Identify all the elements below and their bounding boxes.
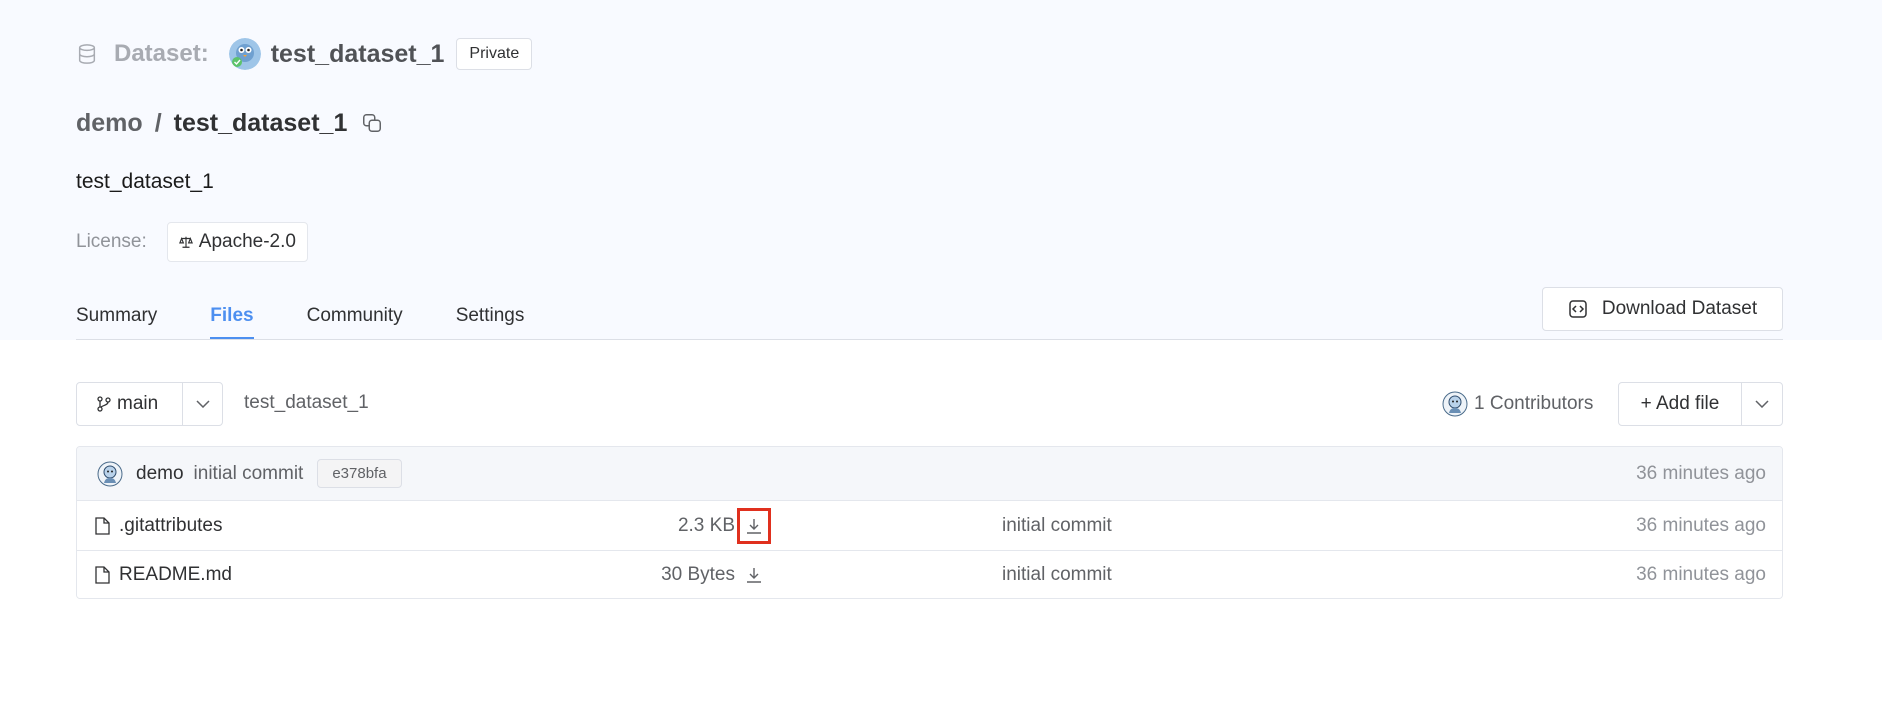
download-dataset-label: Download Dataset	[1601, 298, 1758, 319]
file-download-button[interactable]	[737, 557, 771, 593]
file-commit-message[interactable]: initial commit	[1002, 551, 1112, 598]
file-name-link[interactable]: README.md	[119, 564, 232, 586]
repo-path: demo / test_dataset_1	[76, 106, 383, 140]
file-download-button[interactable]	[737, 507, 771, 544]
copy-icon[interactable]	[361, 112, 383, 134]
license-row: License: Apache-2.0	[76, 222, 308, 262]
file-time: 36 minutes ago	[1636, 564, 1766, 585]
add-file-dropdown-toggle[interactable]	[1742, 383, 1782, 425]
file-size: 2.3 KB	[677, 514, 735, 536]
path-separator: /	[154, 108, 162, 137]
commit-author[interactable]: demo	[136, 463, 184, 485]
file-name-link[interactable]: .gitattributes	[119, 515, 223, 537]
file-row[interactable]: .gitattributes 2.3 KB initial commit 36 …	[77, 501, 1782, 550]
branch-current[interactable]: main	[77, 383, 183, 425]
tab-files[interactable]: Files	[210, 296, 254, 340]
contributors-count: 1 Contributors	[1474, 393, 1594, 414]
path-repo-name: test_dataset_1	[173, 108, 348, 137]
last-commit-row: demo initial commit e378bfa 36 minutes a…	[77, 447, 1782, 501]
tab-summary[interactable]: Summary	[76, 296, 157, 340]
license-value: Apache-2.0	[198, 231, 296, 252]
tab-bar: Summary Files Community Settings	[76, 296, 577, 340]
path-owner-link[interactable]: demo	[76, 109, 143, 138]
tab-settings[interactable]: Settings	[456, 296, 525, 340]
chevron-down-icon	[195, 400, 210, 408]
file-size: 30 Bytes	[661, 564, 735, 585]
repo-name: test_dataset_1	[270, 39, 445, 68]
branch-selector[interactable]: main	[76, 382, 223, 426]
download-icon	[747, 568, 761, 583]
contributor-avatar	[1442, 391, 1468, 417]
download-dataset-button[interactable]: Download Dataset	[1542, 287, 1783, 331]
visibility-badge: Private	[456, 38, 533, 70]
scale-icon	[178, 236, 193, 248]
contributors-link[interactable]: 1 Contributors	[1442, 390, 1593, 418]
repo-type-label: Dataset:	[114, 40, 209, 67]
chevron-down-icon	[1755, 400, 1769, 408]
file-time: 36 minutes ago	[1636, 514, 1766, 536]
file-row[interactable]: README.md 30 Bytes initial commit 36 min…	[77, 550, 1782, 598]
git-branch-icon	[97, 396, 111, 412]
database-icon	[78, 44, 96, 64]
commit-message: initial commit	[193, 462, 304, 484]
commit-author-avatar	[97, 461, 123, 486]
branch-dropdown-toggle[interactable]	[183, 383, 222, 425]
repo-description: test_dataset_1	[76, 170, 214, 193]
tab-community[interactable]: Community	[307, 296, 403, 340]
tab-divider	[76, 339, 1783, 340]
file-icon	[95, 566, 110, 584]
file-commit-message[interactable]: initial commit	[1002, 501, 1112, 550]
branch-name: main	[117, 393, 159, 414]
commit-sha-badge[interactable]: e378bfa	[317, 459, 402, 488]
code-icon	[1569, 300, 1587, 318]
file-icon	[95, 516, 110, 535]
add-file-group[interactable]: + Add file	[1618, 382, 1783, 426]
file-breadcrumb[interactable]: test_dataset_1	[244, 392, 369, 414]
repo-header: Dataset: test_dataset_1 Private	[76, 34, 533, 74]
download-icon	[747, 518, 761, 534]
owner-avatar	[228, 38, 261, 70]
license-label: License:	[76, 231, 147, 252]
add-file-button[interactable]: + Add file	[1619, 383, 1742, 425]
file-table: demo initial commit e378bfa 36 minutes a…	[76, 446, 1783, 599]
commit-time: 36 minutes ago	[1636, 462, 1766, 484]
license-tag[interactable]: Apache-2.0	[166, 222, 308, 262]
